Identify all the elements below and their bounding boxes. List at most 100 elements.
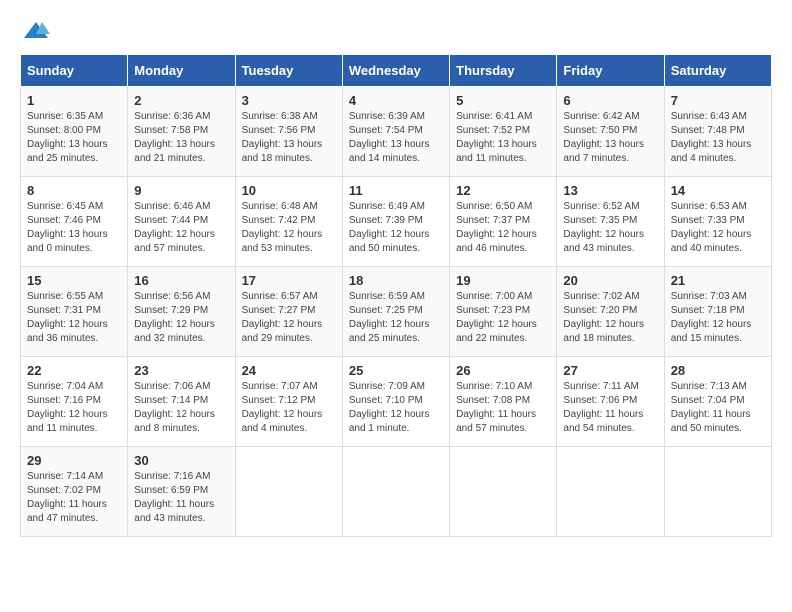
- calendar-cell: 28 Sunrise: 7:13 AMSunset: 7:04 PMDayligh…: [664, 357, 771, 447]
- logo-icon: [22, 20, 50, 42]
- calendar-cell: 1 Sunrise: 6:35 AMSunset: 8:00 PMDaylight…: [21, 87, 128, 177]
- day-info: Sunrise: 6:42 AMSunset: 7:50 PMDaylight:…: [563, 110, 657, 166]
- calendar-cell: 2 Sunrise: 6:36 AMSunset: 7:58 PMDaylight…: [128, 87, 235, 177]
- weekday-header-friday: Friday: [557, 55, 664, 87]
- calendar-cell: 10 Sunrise: 6:48 AMSunset: 7:42 PMDayligh…: [235, 177, 342, 267]
- day-number: 8: [27, 183, 121, 198]
- day-info: Sunrise: 6:49 AMSunset: 7:39 PMDaylight:…: [349, 200, 443, 256]
- calendar-cell: 22 Sunrise: 7:04 AMSunset: 7:16 PMDayligh…: [21, 357, 128, 447]
- calendar-cell: 29 Sunrise: 7:14 AMSunset: 7:02 PMDayligh…: [21, 447, 128, 537]
- day-info: Sunrise: 7:00 AMSunset: 7:23 PMDaylight:…: [456, 290, 550, 346]
- day-number: 13: [563, 183, 657, 198]
- calendar-cell: [557, 447, 664, 537]
- weekday-header-sunday: Sunday: [21, 55, 128, 87]
- calendar-cell: 7 Sunrise: 6:43 AMSunset: 7:48 PMDaylight…: [664, 87, 771, 177]
- day-number: 21: [671, 273, 765, 288]
- calendar-cell: [664, 447, 771, 537]
- logo: [20, 20, 50, 38]
- calendar-cell: 3 Sunrise: 6:38 AMSunset: 7:56 PMDaylight…: [235, 87, 342, 177]
- calendar-cell: 23Sunrise: 7:06 AMSunset: 7:14 PMDayligh…: [128, 357, 235, 447]
- day-info: Sunrise: 6:45 AMSunset: 7:46 PMDaylight:…: [27, 200, 121, 256]
- weekday-header-tuesday: Tuesday: [235, 55, 342, 87]
- calendar-cell: 20 Sunrise: 7:02 AMSunset: 7:20 PMDayligh…: [557, 267, 664, 357]
- day-info: Sunrise: 7:02 AMSunset: 7:20 PMDaylight:…: [563, 290, 657, 346]
- calendar-cell: 9 Sunrise: 6:46 AMSunset: 7:44 PMDaylight…: [128, 177, 235, 267]
- day-number: 4: [349, 93, 443, 108]
- day-number: 22: [27, 363, 121, 378]
- calendar-cell: 24 Sunrise: 7:07 AMSunset: 7:12 PMDayligh…: [235, 357, 342, 447]
- calendar-cell: [235, 447, 342, 537]
- day-number: 29: [27, 453, 121, 468]
- calendar-cell: 27 Sunrise: 7:11 AMSunset: 7:06 PMDayligh…: [557, 357, 664, 447]
- calendar-cell: 30 Sunrise: 7:16 AMSunset: 6:59 PMDayligh…: [128, 447, 235, 537]
- day-info: Sunrise: 7:16 AMSunset: 6:59 PMDaylight:…: [134, 470, 228, 526]
- day-number: 3: [242, 93, 336, 108]
- day-number: 24: [242, 363, 336, 378]
- calendar-cell: 21 Sunrise: 7:03 AMSunset: 7:18 PMDayligh…: [664, 267, 771, 357]
- day-number: 17: [242, 273, 336, 288]
- day-info: Sunrise: 6:59 AMSunset: 7:25 PMDaylight:…: [349, 290, 443, 346]
- day-number: 10: [242, 183, 336, 198]
- calendar-cell: 8 Sunrise: 6:45 AMSunset: 7:46 PMDaylight…: [21, 177, 128, 267]
- day-number: 15: [27, 273, 121, 288]
- day-info: Sunrise: 6:43 AMSunset: 7:48 PMDaylight:…: [671, 110, 765, 166]
- calendar-cell: 17 Sunrise: 6:57 AMSunset: 7:27 PMDayligh…: [235, 267, 342, 357]
- calendar-cell: 11 Sunrise: 6:49 AMSunset: 7:39 PMDayligh…: [342, 177, 449, 267]
- day-info: Sunrise: 6:39 AMSunset: 7:54 PMDaylight:…: [349, 110, 443, 166]
- weekday-header-saturday: Saturday: [664, 55, 771, 87]
- day-info: Sunrise: 6:52 AMSunset: 7:35 PMDaylight:…: [563, 200, 657, 256]
- day-info: Sunrise: 7:11 AMSunset: 7:06 PMDaylight:…: [563, 380, 657, 436]
- day-number: 12: [456, 183, 550, 198]
- day-info: Sunrise: 6:38 AMSunset: 7:56 PMDaylight:…: [242, 110, 336, 166]
- weekday-header-wednesday: Wednesday: [342, 55, 449, 87]
- day-number: 11: [349, 183, 443, 198]
- day-number: 30: [134, 453, 228, 468]
- calendar-cell: 15 Sunrise: 6:55 AMSunset: 7:31 PMDayligh…: [21, 267, 128, 357]
- day-info: Sunrise: 7:14 AMSunset: 7:02 PMDaylight:…: [27, 470, 121, 526]
- day-number: 26: [456, 363, 550, 378]
- day-info: Sunrise: 6:35 AMSunset: 8:00 PMDaylight:…: [27, 110, 121, 166]
- day-number: 14: [671, 183, 765, 198]
- day-info: Sunrise: 6:46 AMSunset: 7:44 PMDaylight:…: [134, 200, 228, 256]
- day-number: 18: [349, 273, 443, 288]
- day-info: Sunrise: 7:04 AMSunset: 7:16 PMDaylight:…: [27, 380, 121, 436]
- day-number: 7: [671, 93, 765, 108]
- calendar-cell: 16 Sunrise: 6:56 AMSunset: 7:29 PMDayligh…: [128, 267, 235, 357]
- day-number: 19: [456, 273, 550, 288]
- calendar-table: SundayMondayTuesdayWednesdayThursdayFrid…: [20, 54, 772, 537]
- day-number: 20: [563, 273, 657, 288]
- day-info: Sunrise: 6:57 AMSunset: 7:27 PMDaylight:…: [242, 290, 336, 346]
- page-header: [20, 20, 772, 38]
- day-info: Sunrise: 6:41 AMSunset: 7:52 PMDaylight:…: [456, 110, 550, 166]
- day-number: 1: [27, 93, 121, 108]
- calendar-cell: 19 Sunrise: 7:00 AMSunset: 7:23 PMDayligh…: [450, 267, 557, 357]
- day-info: Sunrise: 6:36 AMSunset: 7:58 PMDaylight:…: [134, 110, 228, 166]
- calendar-cell: 25 Sunrise: 7:09 AMSunset: 7:10 PMDayligh…: [342, 357, 449, 447]
- day-info: Sunrise: 6:53 AMSunset: 7:33 PMDaylight:…: [671, 200, 765, 256]
- day-number: 27: [563, 363, 657, 378]
- calendar-cell: 6Sunrise: 6:42 AMSunset: 7:50 PMDaylight…: [557, 87, 664, 177]
- day-info: Sunrise: 7:03 AMSunset: 7:18 PMDaylight:…: [671, 290, 765, 346]
- day-number: 9: [134, 183, 228, 198]
- day-number: 2: [134, 93, 228, 108]
- calendar-cell: 13 Sunrise: 6:52 AMSunset: 7:35 PMDayligh…: [557, 177, 664, 267]
- day-info: Sunrise: 7:07 AMSunset: 7:12 PMDaylight:…: [242, 380, 336, 436]
- calendar-cell: 4 Sunrise: 6:39 AMSunset: 7:54 PMDaylight…: [342, 87, 449, 177]
- weekday-header-monday: Monday: [128, 55, 235, 87]
- day-number: 25: [349, 363, 443, 378]
- calendar-cell: 26 Sunrise: 7:10 AMSunset: 7:08 PMDayligh…: [450, 357, 557, 447]
- calendar-cell: 18 Sunrise: 6:59 AMSunset: 7:25 PMDayligh…: [342, 267, 449, 357]
- day-info: Sunrise: 7:10 AMSunset: 7:08 PMDaylight:…: [456, 380, 550, 436]
- day-info: Sunrise: 7:13 AMSunset: 7:04 PMDaylight:…: [671, 380, 765, 436]
- day-info: Sunrise: 6:56 AMSunset: 7:29 PMDaylight:…: [134, 290, 228, 346]
- day-info: Sunrise: 6:48 AMSunset: 7:42 PMDaylight:…: [242, 200, 336, 256]
- day-number: 23: [134, 363, 228, 378]
- weekday-header-thursday: Thursday: [450, 55, 557, 87]
- day-info: Sunrise: 6:50 AMSunset: 7:37 PMDaylight:…: [456, 200, 550, 256]
- day-number: 28: [671, 363, 765, 378]
- day-info: Sunrise: 6:55 AMSunset: 7:31 PMDaylight:…: [27, 290, 121, 346]
- day-number: 5: [456, 93, 550, 108]
- calendar-cell: 12 Sunrise: 6:50 AMSunset: 7:37 PMDayligh…: [450, 177, 557, 267]
- day-number: 16: [134, 273, 228, 288]
- day-info: Sunrise: 7:09 AMSunset: 7:10 PMDaylight:…: [349, 380, 443, 436]
